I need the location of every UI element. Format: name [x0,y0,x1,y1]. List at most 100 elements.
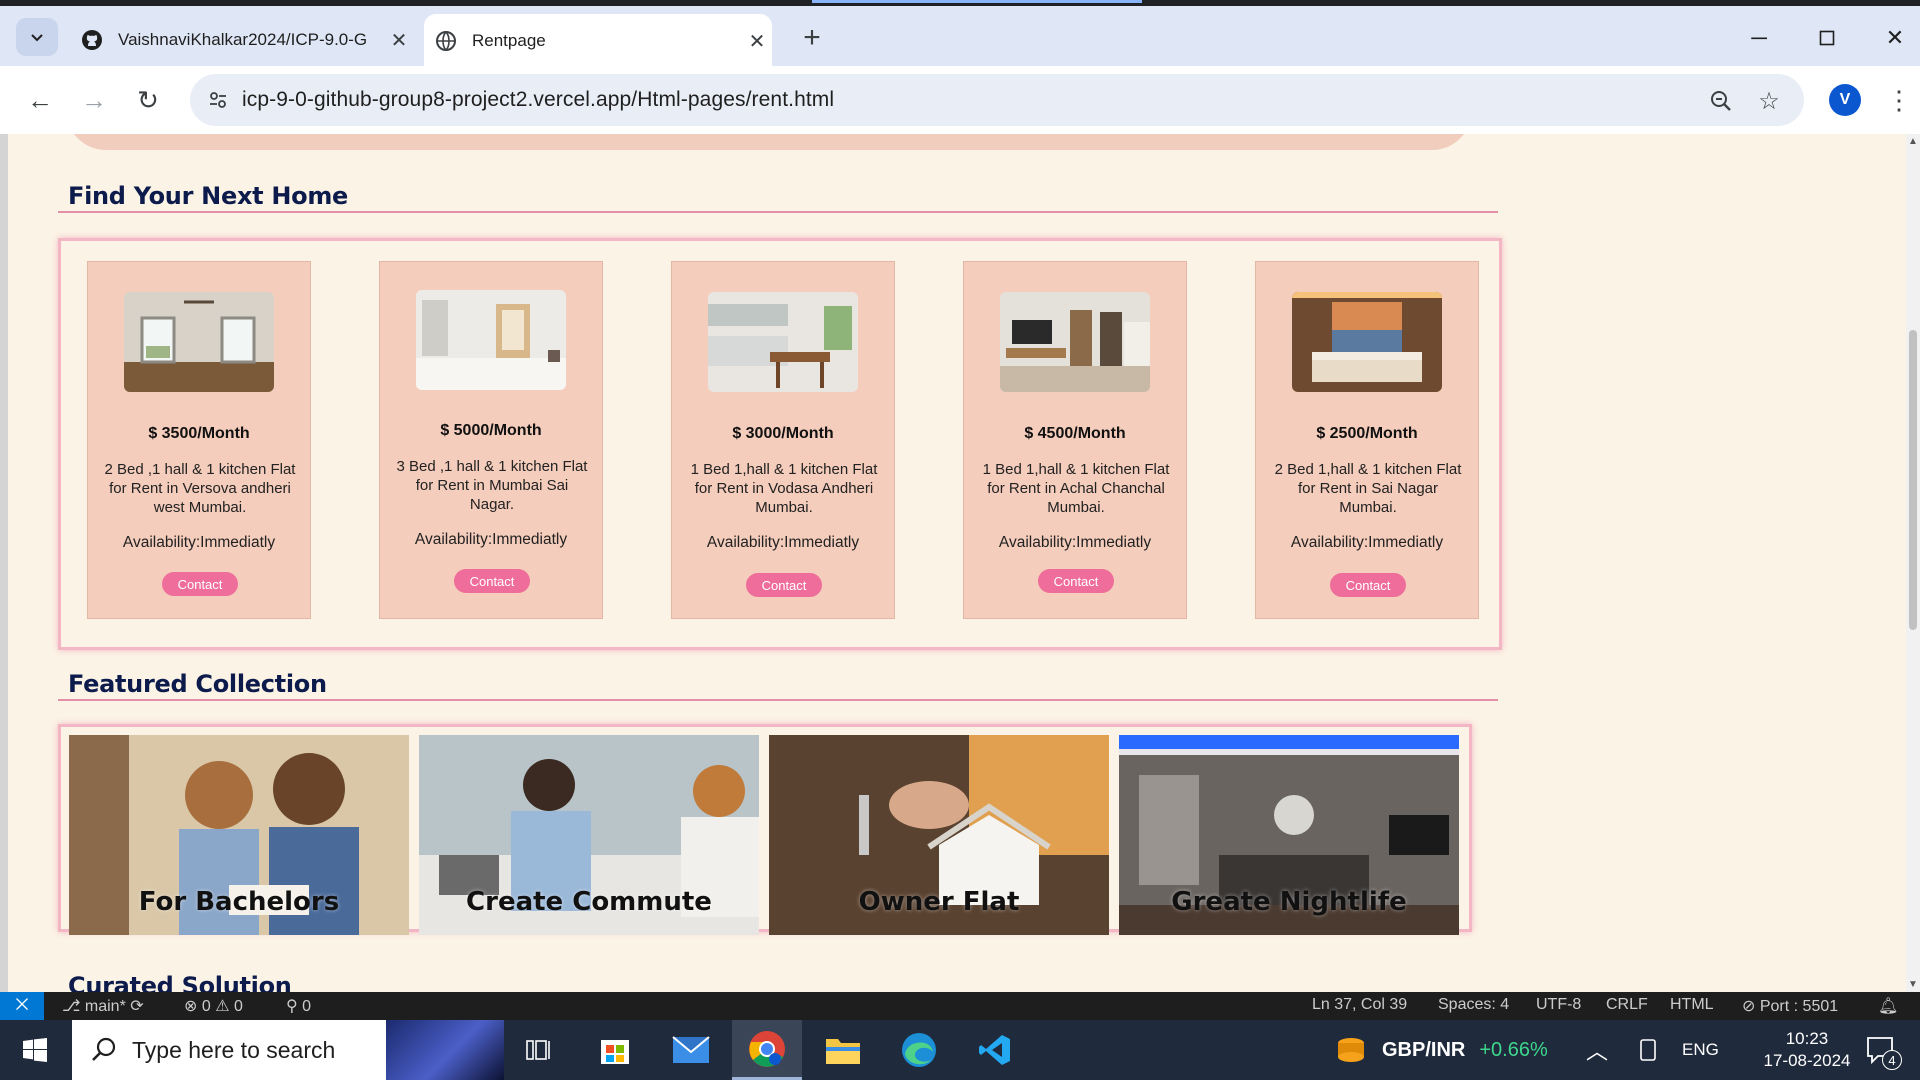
forward-button[interactable]: → [74,80,114,120]
loading-indicator [812,0,1142,3]
scrollbar-thumb[interactable] [1909,330,1917,630]
listing-photo [1292,292,1442,392]
notifications-bell-icon[interactable]: 🔔︎ [1878,996,1898,1016]
close-icon: ✕ [1885,25,1905,50]
taskbar-chrome[interactable] [732,1020,802,1080]
bookmark-star-icon[interactable]: ☆ [1754,86,1784,116]
clock[interactable]: 10:23 17-08-2024 [1752,1020,1862,1080]
show-hidden-icons-chevron-up-icon[interactable]: ︿ [1586,1020,1608,1080]
taskbar-vscode[interactable] [960,1020,1030,1080]
scroll-up-arrow-icon[interactable]: ▲ [1908,136,1918,147]
tab-title: Rentpage [472,31,546,50]
section-title-find-home: Find Your Next Home [68,182,349,210]
stock-widget[interactable]: GBP/INR +0.66% [1334,1020,1548,1080]
tab-search-button[interactable] [16,18,58,56]
listing-card: $ 4500/Month 1 Bed 1,hall & 1 kitchen Fl… [963,261,1187,619]
back-button[interactable]: ← [20,80,60,120]
listing-card: $ 5000/Month 3 Bed ,1 hall & 1 kitchen F… [379,261,603,619]
arrow-left-icon: ← [27,84,53,115]
reload-button[interactable]: ↻ [128,80,168,120]
profile-avatar[interactable]: V [1829,84,1861,116]
listing-description: 1 Bed 1,hall & 1 kitchen Flat for Rent i… [982,461,1170,516]
problems-indicator[interactable]: ⊗ 0 ⚠ 0 [184,996,243,1016]
task-view-icon [526,1040,550,1060]
action-center-button[interactable]: 4 [1866,1020,1902,1080]
collection-tile-owner[interactable]: Owner Flat [769,735,1109,935]
tablet-mode-icon[interactable] [1638,1020,1658,1080]
sync-icon[interactable]: ⟳ [130,998,143,1015]
vscode-status-bar: ⨉ ⎇ main* ⟳ ⊗ 0 ⚠ 0 ⚲ 0 Ln 37, Col 39 Sp… [0,992,1920,1020]
encoding-setting[interactable]: UTF-8 [1536,996,1581,1014]
browser-chrome: VaishnaviKhalkar2024/ICP-9.0-G ✕ Rentpag… [0,0,1920,134]
maximize-button[interactable] [1802,18,1852,58]
contact-button[interactable]: Contact [1038,569,1114,593]
tab-rentpage[interactable]: Rentpage ✕ [424,14,772,68]
ticker-change: +0.66% [1479,1038,1548,1061]
notification-count-badge: 4 [1882,1050,1902,1070]
new-tab-button[interactable]: + [792,18,832,58]
browser-menu-icon[interactable]: ⋮ [1884,80,1914,120]
collection-tile-commute[interactable]: Create Commute [419,735,759,935]
featured-collection-container: For Bachelors Create Commute Owner Flat … [58,724,1472,935]
window-left-edge [0,134,8,992]
eol-setting[interactable]: CRLF [1606,996,1648,1014]
page-scrollbar[interactable]: ▲ ▼ [1906,134,1920,992]
start-button[interactable] [0,1020,70,1080]
input-language[interactable]: ENG [1682,1020,1719,1080]
taskbar-file-explorer[interactable] [808,1020,878,1080]
minimize-button[interactable]: ─ [1734,18,1784,58]
taskbar-edge[interactable] [884,1020,954,1080]
taskbar-mail[interactable] [656,1020,726,1080]
chevron-down-icon [31,34,43,42]
section-divider [58,211,1498,213]
site-info-icon[interactable] [204,86,232,114]
live-server-port[interactable]: ⊘ Port : 5501 [1742,996,1838,1016]
taskbar-store[interactable] [580,1020,650,1080]
collection-tile-nightlife[interactable]: Greate Nightlife [1119,735,1459,935]
broadcast-icon: ⚲ [286,998,303,1015]
listings-container: $ 3500/Month 2 Bed ,1 hall & 1 kitchen F… [58,238,1502,650]
cursor-position[interactable]: Ln 37, Col 39 [1312,996,1407,1014]
listing-availability: Availability:Immediatly [414,531,568,548]
close-tab-icon[interactable]: ✕ [384,28,414,53]
windows-logo-icon [23,1038,47,1062]
minimize-icon: ─ [1751,25,1767,50]
zoom-icon[interactable] [1706,86,1736,116]
listing-availability: Availability:Immediatly [122,534,276,551]
task-view-button[interactable] [504,1020,574,1080]
close-tab-icon[interactable]: ✕ [742,29,772,54]
collection-label: For Bachelors [138,887,340,917]
ports-count: 0 [302,998,312,1015]
listing-description: 3 Bed ,1 hall & 1 kitchen Flat for Rent … [396,458,588,513]
search-highlight-image [386,1020,504,1080]
contact-button[interactable]: Contact [1330,573,1406,597]
plus-icon: + [803,21,821,54]
edge-icon [902,1033,936,1067]
language-mode[interactable]: HTML [1670,996,1714,1014]
search-icon [92,1037,116,1061]
collection-tile-bachelors[interactable]: For Bachelors [69,735,409,935]
contact-button[interactable]: Contact [162,572,238,596]
collection-label: Greate Nightlife [1171,887,1407,917]
tab-github[interactable]: VaishnaviKhalkar2024/ICP-9.0-G ✕ [70,14,414,66]
vscode-icon [979,1035,1010,1065]
close-window-button[interactable]: ✕ [1870,18,1920,58]
section-title-featured: Featured Collection [68,670,327,698]
listing-availability: Availability:Immediatly [998,534,1152,551]
site-navbar [66,134,1472,150]
source-control-branch[interactable]: ⎇ main* ⟳ [62,996,144,1016]
remote-indicator-icon[interactable]: ⨉ [0,992,44,1020]
taskbar-search[interactable]: Type here to search [72,1020,504,1080]
listing-price: $ 3000/Month [732,425,834,442]
listing-availability: Availability:Immediatly [1290,534,1444,551]
indentation-setting[interactable]: Spaces: 4 [1438,996,1509,1014]
warning-icon: ⚠ [215,998,235,1015]
scroll-down-arrow-icon[interactable]: ▼ [1908,979,1918,990]
address-bar[interactable]: icp-9-0-github-group8-project2.vercel.ap… [190,74,1804,126]
listing-description: 1 Bed 1,hall & 1 kitchen Flat for Rent i… [690,461,878,516]
contact-button[interactable]: Contact [746,573,822,597]
url-text: icp-9-0-github-group8-project2.vercel.ap… [242,88,835,111]
ports-indicator[interactable]: ⚲ 0 [286,996,311,1016]
mail-icon [672,1036,710,1063]
contact-button[interactable]: Contact [454,569,530,593]
